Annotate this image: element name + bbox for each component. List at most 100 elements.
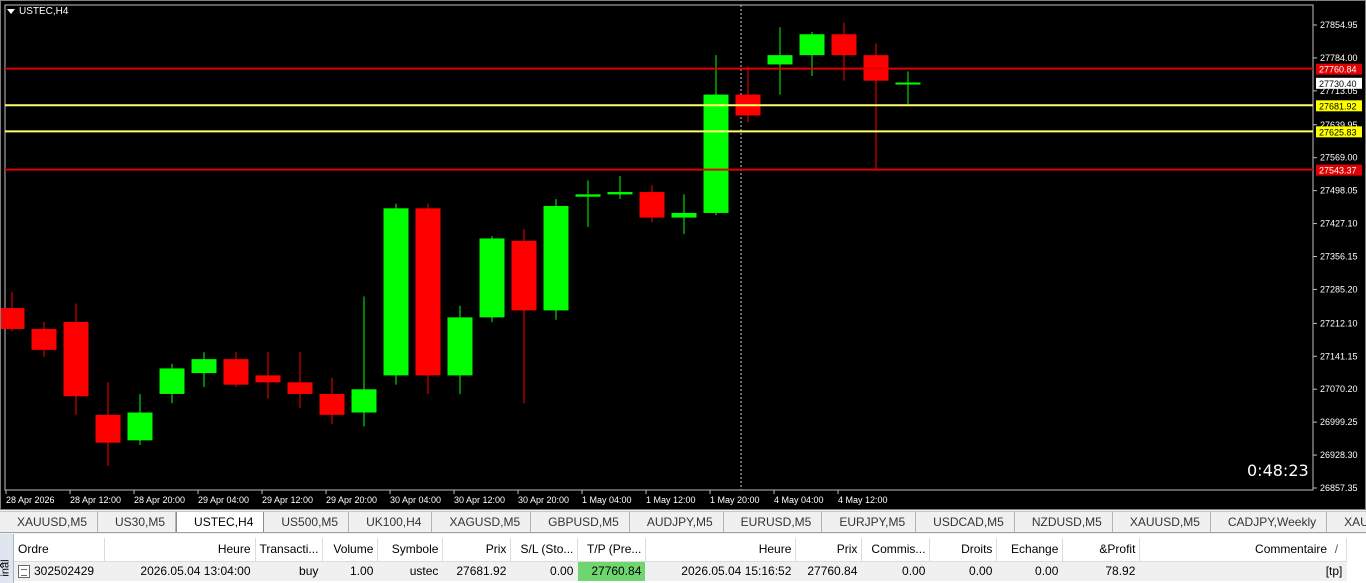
- col-header-droits[interactable]: Droits: [929, 538, 998, 562]
- candle-body: [575, 194, 601, 197]
- price-axis-label: 27141.15: [1320, 351, 1358, 361]
- candle-body: [607, 192, 633, 195]
- time-axis-label: 29 Apr 12:00: [262, 495, 313, 505]
- plot-frame: [4, 4, 1314, 491]
- cell-tp: 27760.84: [577, 561, 647, 581]
- time-axis-label: 30 Apr 04:00: [390, 495, 441, 505]
- candle-body: [95, 414, 121, 443]
- candle-body: [63, 322, 89, 397]
- candle-body: [1, 308, 25, 329]
- col-header-echange[interactable]: Echange: [996, 538, 1064, 562]
- cell-volume: 1.00: [322, 561, 379, 581]
- tab-xauusd-m5[interactable]: XAUUSD,M5: [0, 512, 99, 532]
- tab-nzdusd-m5[interactable]: NZDUSD,M5: [1015, 512, 1113, 532]
- col-header-sl[interactable]: S/L (Sto...: [510, 538, 579, 562]
- col-header-volume[interactable]: Volume: [322, 538, 379, 562]
- time-axis-label: 28 Apr 12:00: [70, 495, 121, 505]
- col-header-prix-open[interactable]: Prix: [442, 538, 512, 562]
- cell-symbole: ustec: [377, 561, 444, 581]
- tab-xagusd-m5[interactable]: XAGUSD,M5: [432, 512, 532, 532]
- candle-body: [767, 55, 793, 65]
- chart-menu-triangle-icon[interactable]: [7, 9, 15, 14]
- col-header-heure-open[interactable]: Heure: [104, 538, 256, 562]
- tab-usdcad-m5[interactable]: USDCAD,M5: [916, 512, 1015, 532]
- candle-body: [191, 359, 217, 374]
- tab-ustec-h4[interactable]: USTEC,H4: [176, 512, 265, 532]
- candle-body: [127, 412, 153, 441]
- cell-commission: 0.00: [861, 561, 931, 581]
- price-axis-label: 26999.25: [1320, 417, 1358, 427]
- tab-xauusd-h1[interactable]: XAUUSD,H1: [1327, 512, 1366, 532]
- chart-window[interactable]: 27854.95 27784.00 27713.05 27639.95 27569.00…: [0, 0, 1366, 510]
- col-header-prix-close[interactable]: Prix: [795, 538, 863, 562]
- time-axis-label: 1 May 04:00: [582, 495, 632, 505]
- time-axis-label: 4 May 04:00: [774, 495, 824, 505]
- bar-countdown: 0:48:23: [1247, 461, 1309, 480]
- col-header-symbole[interactable]: Symbole: [377, 538, 444, 562]
- candle-body: [479, 238, 505, 318]
- col-header-tp[interactable]: T/P (Pre...: [577, 538, 647, 562]
- col-header-ordre[interactable]: Ordre: [14, 538, 105, 562]
- price-axis-label: 27569.00: [1320, 153, 1358, 163]
- cell-commentaire: [tp]: [1139, 561, 1348, 581]
- cell-ordre-value: 302502429: [34, 564, 95, 579]
- price-axis-label: 27070.20: [1320, 384, 1358, 394]
- time-axis-label: 30 Apr 12:00: [454, 495, 505, 505]
- col-header-commentaire-label: Commentaire: [1255, 542, 1328, 557]
- tab-eurjpy-m5[interactable]: EURJPY,M5: [822, 512, 917, 532]
- col-header-transaction[interactable]: Transacti...: [255, 538, 324, 562]
- col-header-profit[interactable]: &Profit: [1062, 538, 1141, 562]
- tab-us500-m5[interactable]: US500,M5: [264, 512, 350, 532]
- cell-droits: 0.00: [929, 561, 998, 581]
- time-axis-label: 30 Apr 20:00: [518, 495, 569, 505]
- candle-body: [447, 317, 473, 376]
- terminal-side-label: inal: [0, 559, 12, 577]
- history-table: Ordre Heure Transacti... Volume Symbole …: [14, 538, 1348, 581]
- price-axis-label: 26928.30: [1320, 450, 1358, 460]
- time-axis-label: 1 May 20:00: [710, 495, 760, 505]
- time-axis-label: 29 Apr 04:00: [198, 495, 249, 505]
- price-axis-label: 26857.35: [1320, 483, 1358, 493]
- terminal-panel: ✕ inal Ordre Heure Transacti... Volume S…: [0, 534, 1366, 583]
- candle-body: [511, 240, 537, 311]
- col-header-heure-close[interactable]: Heure: [645, 538, 797, 562]
- candle-body: [31, 328, 57, 350]
- cell-prix-close: 27760.84: [795, 561, 863, 581]
- col-header-commentaire[interactable]: Commentaire /: [1139, 538, 1348, 562]
- tab-us30-m5[interactable]: US30,M5: [98, 512, 177, 532]
- price-axis-label: 27498.05: [1320, 186, 1358, 196]
- tab-xauusd-m5[interactable]: XAUUSD,M5: [1113, 512, 1211, 532]
- candle-body: [703, 94, 729, 213]
- tab-cadjpy-weekly[interactable]: CADJPY,Weekly: [1211, 512, 1328, 532]
- chart-title[interactable]: USTEC,H4: [7, 6, 68, 17]
- cell-heure-close: 2026.05.04 15:16:52: [645, 561, 797, 581]
- candle-body: [159, 368, 185, 394]
- price-chart[interactable]: 27854.9527784.0027713.0527639.9527569.00…: [1, 1, 1366, 511]
- candle-body: [223, 359, 249, 385]
- col-header-commission[interactable]: Commis...: [861, 538, 931, 562]
- candle-body: [287, 382, 313, 394]
- tab-audjpy-m5[interactable]: AUDJPY,M5: [630, 512, 724, 532]
- tab-uk100-h4[interactable]: UK100,H4: [349, 512, 433, 532]
- table-header-row: Ordre Heure Transacti... Volume Symbole …: [14, 538, 1348, 562]
- cell-echange: 0.00: [996, 561, 1064, 581]
- price-axis-label: 27212.10: [1320, 318, 1358, 328]
- table-row[interactable]: 302502429 2026.05.04 13:04:00 buy 1.00 u…: [14, 561, 1348, 581]
- tab-eurusd-m5[interactable]: EURUSD,M5: [724, 512, 823, 532]
- price-axis-label: 27784.00: [1320, 53, 1358, 63]
- price-level-label: 27625.83: [1319, 127, 1357, 137]
- candle-body: [383, 208, 409, 376]
- chart-tabs-bar: XAUUSD,M5 US30,M5 USTEC,H4 US500,M5 UK100,H4…: [0, 511, 1366, 533]
- price-axis-label: 27854.95: [1320, 20, 1358, 30]
- sort-glyph: /: [1334, 542, 1339, 557]
- order-document-icon: [18, 564, 30, 578]
- candle-body: [895, 82, 921, 85]
- candle-body: [351, 389, 377, 413]
- time-axis-label: 1 May 12:00: [646, 495, 696, 505]
- cell-transaction: buy: [255, 561, 324, 581]
- candle-body: [799, 34, 825, 56]
- tab-gbpusd-m5[interactable]: GBPUSD,M5: [531, 512, 630, 532]
- candle-body: [255, 375, 281, 383]
- terminal-side-bar: ✕ inal: [0, 534, 14, 583]
- cell-profit: 78.92: [1062, 561, 1141, 581]
